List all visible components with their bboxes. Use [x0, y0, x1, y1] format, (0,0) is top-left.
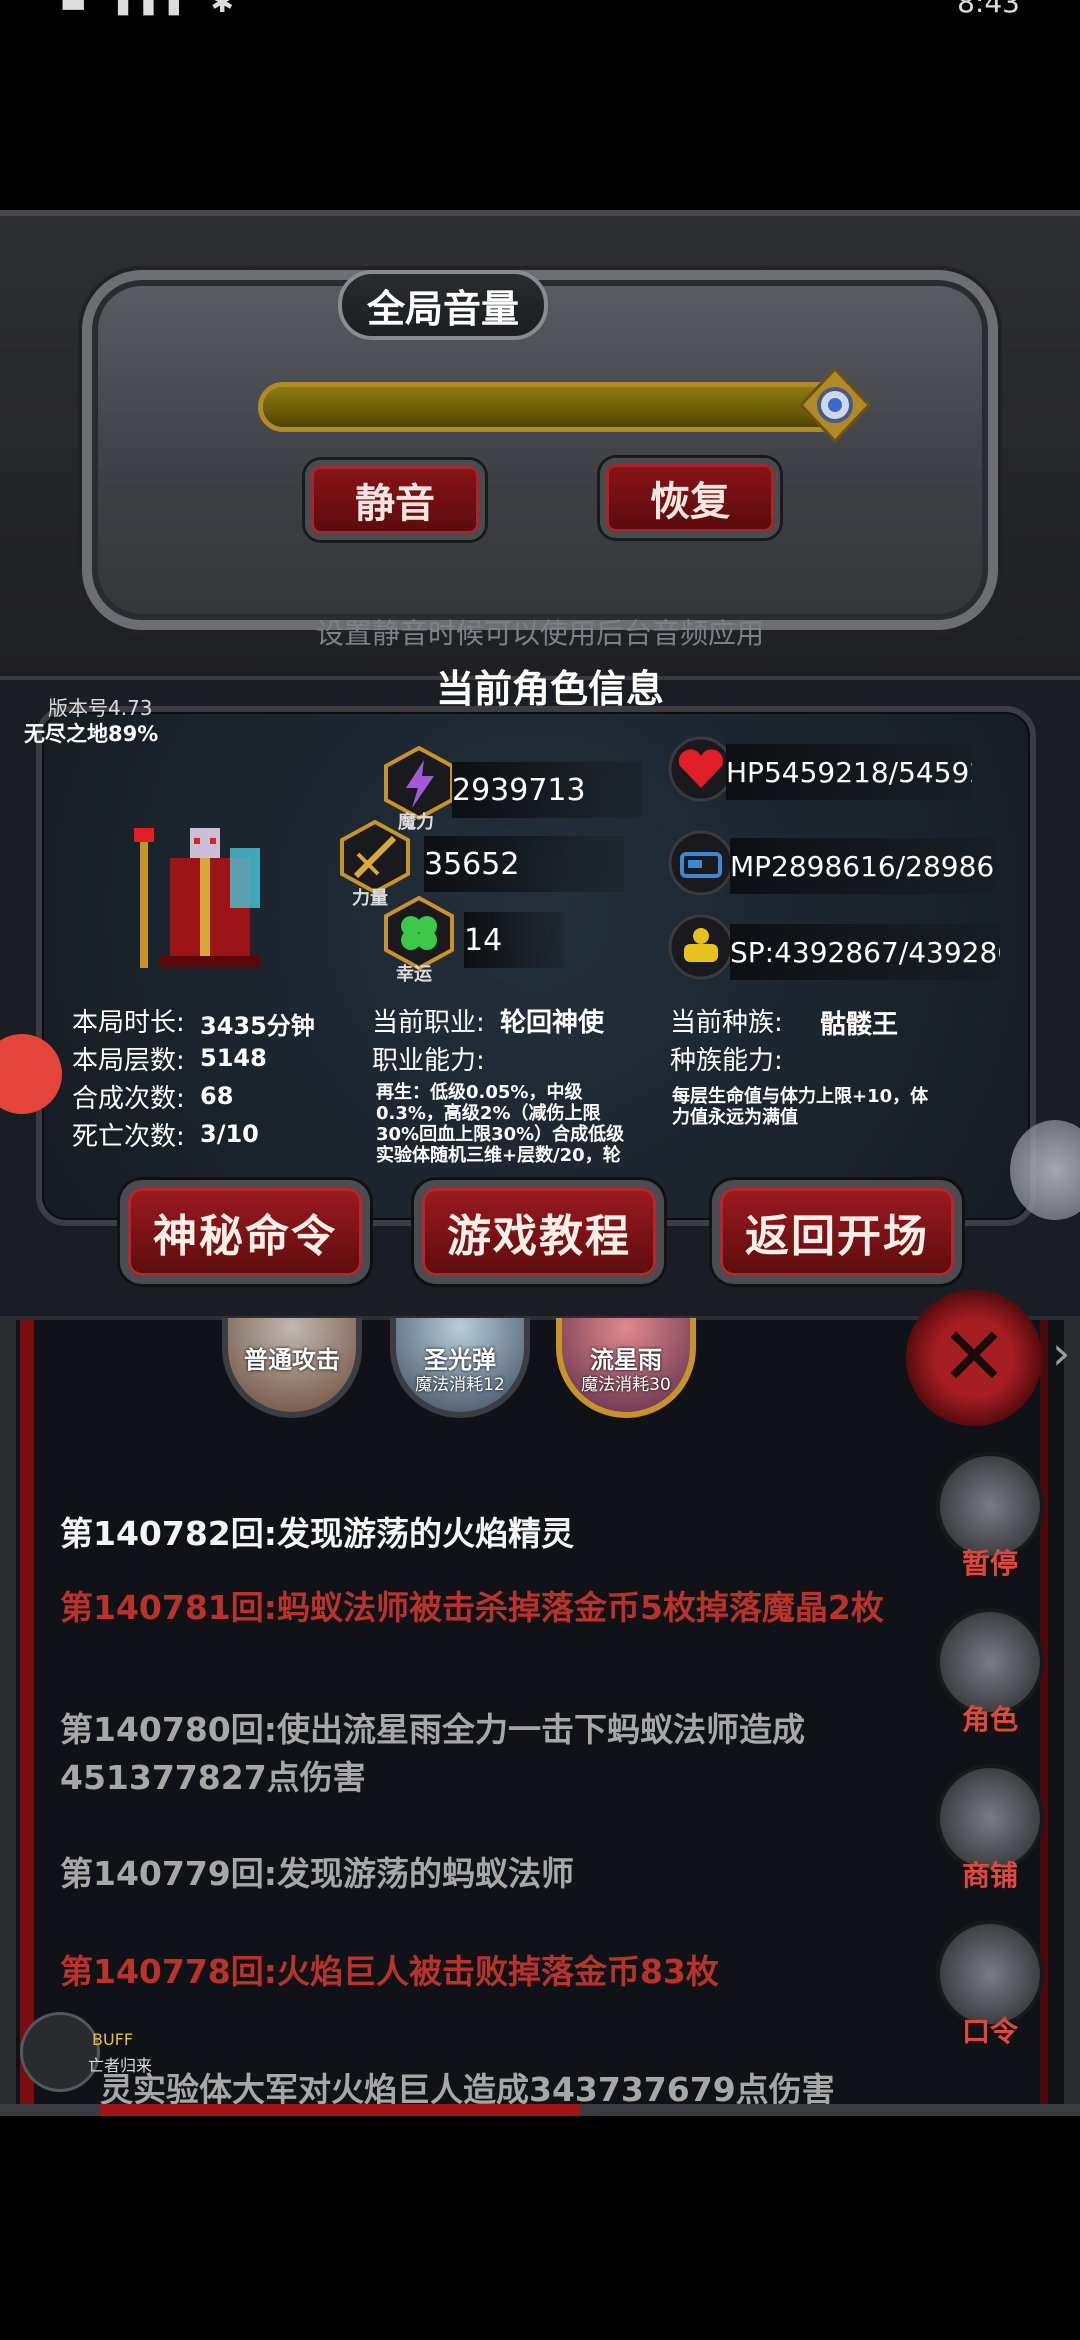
volume-slider-fill [263, 387, 853, 427]
volume-hint: 设置静音时候可以使用后台音频应用 [315, 617, 764, 650]
volume-slider[interactable] [258, 366, 872, 444]
volume-title-plate: 全局音量 [338, 270, 548, 340]
bottom-progress-fill [100, 2104, 580, 2116]
close-icon: ✕ [940, 1310, 1008, 1403]
luck-label: 幸运 [396, 964, 432, 985]
heart-icon [668, 736, 734, 802]
job-ability-text: 再生：低级0.05%，中级0.3%，高级2%（减伤上限30%回血上限30%）合成… [376, 1082, 625, 1166]
power-value: 35652 [424, 836, 624, 892]
skill-cost: 魔法消耗30 [581, 1375, 671, 1395]
volume-knob-icon[interactable] [795, 365, 875, 445]
sp-value: SP:4392867/4392867 [730, 924, 1000, 980]
buff-label: BUFF [92, 2030, 134, 2049]
job-name: 轮回神使 [500, 1008, 605, 1038]
chevron-right-icon[interactable]: › [1052, 1326, 1070, 1380]
character-section-title: 当前角色信息 [435, 667, 664, 711]
skill-cost: 魔法消耗12 [415, 1375, 505, 1395]
volume-title: 全局音量 [366, 286, 519, 331]
stat-value-synthesis: 68 [200, 1082, 234, 1110]
stat-label-deaths: 死亡次数: [72, 1122, 185, 1152]
tutorial-button[interactable]: 游戏教程 [414, 1180, 664, 1284]
job-ability-label: 职业能力: [372, 1046, 485, 1076]
log-entry: 第140779回:发现游荡的蚂蚁法师 [60, 1854, 574, 1893]
race-name: 骷髅王 [820, 1010, 899, 1040]
stat-value-floors: 5148 [200, 1044, 267, 1072]
stat-label-synthesis: 合成次数: [72, 1084, 185, 1114]
pause-label[interactable]: 暂停 [936, 1542, 1044, 1582]
close-button[interactable]: ✕ [906, 1290, 1042, 1426]
status-bar: ▬ ▮▮▮ ✱ 8:43 [0, 0, 1080, 20]
version-label: 版本号4.73 [48, 696, 153, 720]
power-icon [340, 820, 410, 894]
status-time: 8:43 [957, 0, 1020, 19]
status-icons: ▬ ▮▮▮ ✱ [60, 0, 244, 19]
battle-frame-accent [20, 1320, 34, 2108]
magic-value: 2939713 [452, 762, 642, 818]
character-label[interactable]: 角色 [936, 1698, 1044, 1738]
skill-name: 普通攻击 [244, 1346, 340, 1374]
restore-button[interactable]: 恢复 [600, 458, 780, 538]
log-entry: 第140780回:使出流星雨全力一击下蚂蚁法师造成451377827点伤害 [60, 1710, 805, 1797]
race-ability-text: 每层生命值与体力上限+10，体力值永远为满值 [672, 1086, 929, 1128]
stat-label-floors: 本局层数: [72, 1046, 185, 1076]
luck-value: 14 [464, 912, 564, 968]
stat-value-deaths: 3/10 [200, 1120, 259, 1148]
zone-progress: 无尽之地89% [24, 722, 159, 746]
stat-label-duration: 本局时长: [72, 1008, 185, 1038]
log-entry: 第140778回:火焰巨人被击败掉落金币83枚 [60, 1952, 719, 1991]
character-avatar [134, 828, 260, 968]
stat-value-duration: 3435分钟 [200, 1012, 315, 1040]
mp-icon [668, 830, 734, 896]
log-entry: 灵实验体大军对火焰巨人造成343737679点伤害 [100, 2070, 835, 2104]
log-entry: 第140782回:发现游荡的火焰精灵 [60, 1514, 574, 1553]
back-to-start-button[interactable]: 返回开场 [712, 1180, 962, 1284]
log-entry: 第140781回:蚂蚁法师被击杀掉落金币5枚掉落魔晶2枚 [60, 1588, 884, 1627]
job-label: 当前职业: [372, 1008, 485, 1038]
shop-label[interactable]: 商铺 [936, 1854, 1044, 1894]
command-label[interactable]: 口令 [936, 2010, 1044, 2050]
race-ability-label: 种族能力: [670, 1046, 783, 1076]
buff-name: 亡者归来 [88, 2056, 153, 2075]
secret-command-button[interactable]: 神秘命令 [120, 1180, 370, 1284]
mp-value: MP2898616/2898616 [730, 838, 996, 894]
luck-clover-icon [384, 896, 454, 970]
mute-button[interactable]: 静音 [305, 460, 485, 540]
sp-strength-icon [668, 914, 734, 980]
race-label: 当前种族: [670, 1008, 783, 1038]
hp-value: HP5459218/5459218 [726, 744, 972, 800]
